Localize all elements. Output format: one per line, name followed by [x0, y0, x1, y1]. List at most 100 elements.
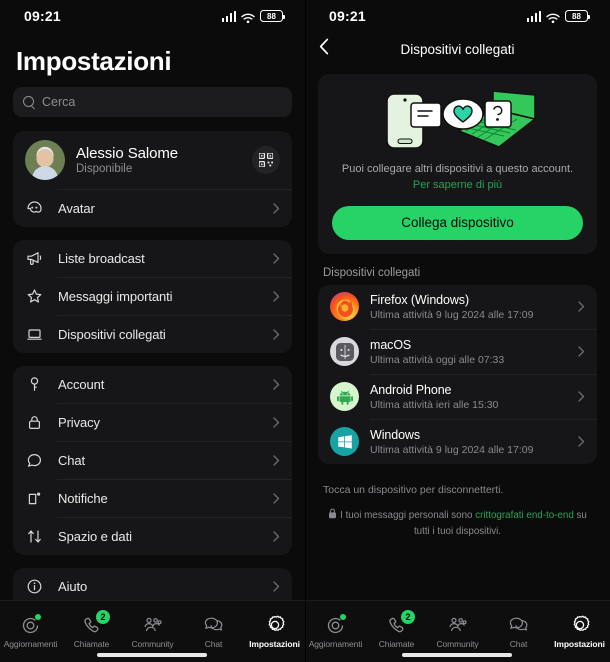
- tab-label: Aggiornamenti: [3, 639, 58, 649]
- tab-label: Impostazioni: [554, 639, 605, 649]
- sidebar-item-label: Account: [58, 377, 105, 392]
- linked-devices-pane: 09:21 88 Dispositivi collegati Puoi coll…: [305, 0, 610, 662]
- gear-icon: [265, 614, 285, 636]
- device-text: Windows Ultima attività 9 lug 2024 alle …: [370, 428, 567, 456]
- cellular-bars-icon: [526, 10, 541, 22]
- home-indicator-right: [402, 653, 512, 657]
- chevron-right-icon: [273, 531, 280, 542]
- info-circle-icon: [25, 577, 44, 596]
- section-label: Dispositivi collegati: [323, 266, 421, 279]
- chat-bubble-icon: [25, 451, 44, 470]
- qr-code-icon[interactable]: [252, 146, 280, 174]
- updates-icon: [21, 614, 41, 636]
- tab-aggiornamenti[interactable]: Aggiornamenti: [0, 601, 61, 662]
- sidebar-item-label: Notifiche: [58, 491, 108, 506]
- hero-card: Puoi collegare altri dispositivi a quest…: [318, 74, 597, 254]
- chats-icon: [508, 614, 529, 636]
- devices-hint: Tocca un dispositivo per disconnetterti.: [323, 483, 504, 496]
- bell-icon: [25, 489, 44, 508]
- star-icon: [25, 287, 44, 306]
- settings-group-c: Aiuto: [13, 568, 292, 600]
- page-title: Impostazioni: [16, 46, 172, 76]
- wifi-icon: [546, 11, 560, 23]
- settings-scroll[interactable]: Impostazioni Cerca Alessio Salome Dispon…: [0, 32, 305, 600]
- tab-impostazioni[interactable]: Impostazioni: [244, 601, 305, 662]
- device-name: Firefox (Windows): [370, 292, 470, 307]
- tab-impostazioni[interactable]: Impostazioni: [549, 601, 610, 662]
- sidebar-item-label: Dispositivi collegati: [58, 327, 166, 342]
- chevron-right-icon: [578, 301, 585, 313]
- status-time: 09:21: [24, 8, 61, 24]
- device-name: macOS: [370, 337, 412, 352]
- learn-more-link[interactable]: Per saperne di più: [413, 179, 502, 191]
- devices-heart-illustration: [332, 86, 583, 156]
- avatar[interactable]: [25, 140, 65, 180]
- chats-icon: [203, 614, 224, 636]
- updates-dot-badge: [35, 614, 41, 620]
- profile-text: Alessio Salome Disponibile: [76, 145, 241, 175]
- windows-icon: [330, 427, 359, 457]
- device-activity: Ultima attività 9 lug 2024 alle 17:09: [370, 308, 534, 321]
- devices-list: Firefox (Windows) Ultima attività 9 lug …: [318, 284, 597, 464]
- link-device-button[interactable]: Collega dispositivo: [332, 205, 583, 240]
- chevron-right-icon: [273, 417, 280, 428]
- macos-finder-icon: [330, 337, 359, 367]
- device-row-macos[interactable]: macOS Ultima attività oggi alle 07:33: [318, 330, 597, 374]
- battery-level: 88: [572, 11, 581, 21]
- tab-label: Chat: [509, 639, 528, 649]
- sidebar-item-account[interactable]: Account: [13, 366, 292, 403]
- tab-label: Chiamate: [378, 639, 415, 649]
- sidebar-item-avatar[interactable]: Avatar: [13, 190, 292, 227]
- calls-badge: 2: [401, 610, 415, 624]
- cellular-bars-icon: [221, 10, 236, 22]
- search-icon: [23, 96, 35, 108]
- device-row-windows[interactable]: Windows Ultima attività 9 lug 2024 alle …: [318, 420, 597, 464]
- device-row-firefox[interactable]: Firefox (Windows) Ultima attività 9 lug …: [318, 285, 597, 329]
- updates-icon: [326, 614, 346, 636]
- sidebar-item-notifiche[interactable]: Notifiche: [13, 480, 292, 517]
- sidebar-item-dispositivi-collegati[interactable]: Dispositivi collegati: [13, 316, 292, 353]
- updates-dot-badge: [340, 614, 346, 620]
- sidebar-item-spazio-e-dati[interactable]: Spazio e dati: [13, 518, 292, 555]
- chevron-right-icon: [578, 391, 585, 403]
- device-name: Windows: [370, 427, 421, 442]
- status-bar-left: 09:21 88: [0, 0, 305, 32]
- chevron-right-icon: [578, 346, 585, 358]
- chevron-left-icon: [319, 38, 329, 60]
- phone-icon: 2: [82, 610, 110, 636]
- e2e-notice: I tuoi messaggi personali sono crittogra…: [305, 496, 610, 539]
- sidebar-item-messaggi-importanti[interactable]: Messaggi importanti: [13, 278, 292, 315]
- sidebar-item-label: Messaggi importanti: [58, 289, 173, 304]
- device-row-android[interactable]: Android Phone Ultima attività ieri alle …: [318, 375, 597, 419]
- device-activity: Ultima attività ieri alle 15:30: [370, 398, 499, 411]
- sidebar-item-liste-broadcast[interactable]: Liste broadcast: [13, 240, 292, 277]
- hero-description: Puoi collegare altri dispositivi a quest…: [332, 162, 583, 194]
- device-text: Android Phone Ultima attività ieri alle …: [370, 383, 567, 411]
- profile-row[interactable]: Alessio Salome Disponibile: [13, 131, 292, 189]
- sidebar-item-privacy[interactable]: Privacy: [13, 404, 292, 441]
- hero-text: Puoi collegare altri dispositivi a quest…: [341, 163, 574, 175]
- nav-bar: Dispositivi collegati: [305, 32, 610, 66]
- tab-label: Chiamate: [73, 639, 110, 649]
- tab-aggiornamenti[interactable]: Aggiornamenti: [305, 601, 366, 662]
- back-button[interactable]: [319, 38, 329, 60]
- settings-pane: 09:21 88 Impostazioni Cerca Alessio Salo: [0, 0, 305, 662]
- home-indicator-left: [97, 653, 207, 657]
- calls-badge: 2: [96, 610, 110, 624]
- status-indicators: 88: [526, 10, 590, 23]
- key-icon: [25, 375, 44, 394]
- lock-icon: [25, 413, 44, 432]
- sidebar-item-aiuto[interactable]: Aiuto: [13, 568, 292, 600]
- search-input[interactable]: Cerca: [13, 87, 292, 117]
- lock-icon: [328, 508, 337, 525]
- status-time: 09:21: [329, 8, 366, 24]
- app-root: 09:21 88 Impostazioni Cerca Alessio Salo: [0, 0, 610, 662]
- laptop-icon: [25, 325, 44, 344]
- nav-title: Dispositivi collegati: [400, 41, 515, 57]
- sidebar-item-label: Liste broadcast: [58, 251, 145, 266]
- sidebar-item-chat[interactable]: Chat: [13, 442, 292, 479]
- tab-label: Community: [436, 639, 479, 649]
- chevron-right-icon: [273, 493, 280, 504]
- sidebar-item-label: Spazio e dati: [58, 529, 132, 544]
- e2e-link[interactable]: crittografati end-to-end: [475, 510, 574, 521]
